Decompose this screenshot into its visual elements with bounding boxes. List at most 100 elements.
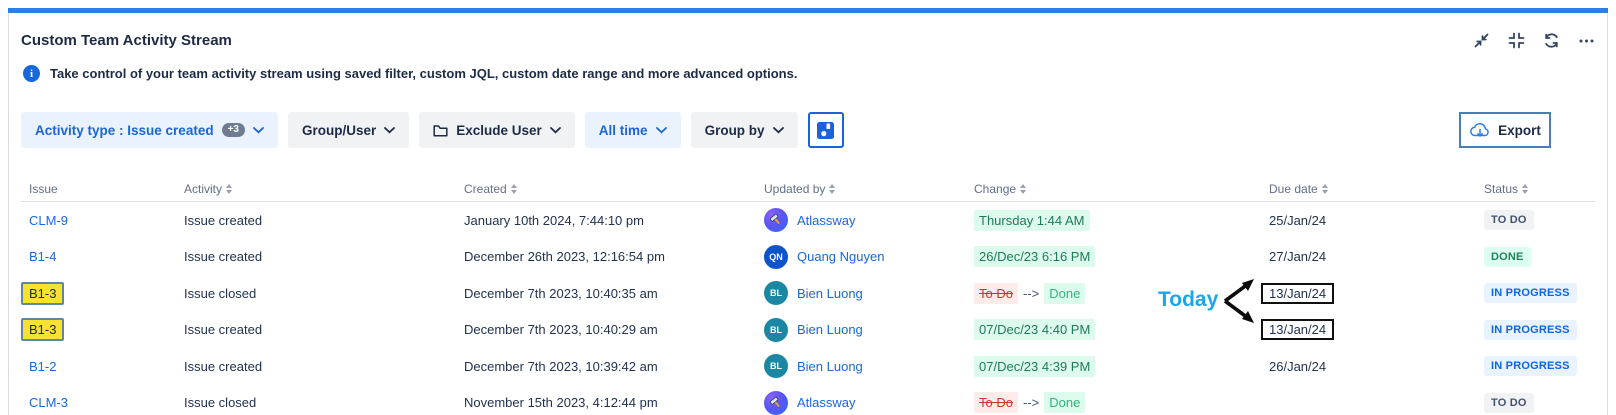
more-icon[interactable] bbox=[1578, 32, 1595, 49]
status-badge: IN PROGRESS bbox=[1484, 320, 1577, 340]
chevron-down-icon bbox=[253, 127, 264, 134]
sort-icon[interactable] bbox=[226, 184, 232, 194]
chevron-down-icon bbox=[773, 127, 784, 134]
updated-by-cell: Atlassway bbox=[756, 208, 966, 232]
created-cell: December 7th 2023, 10:39:42 am bbox=[456, 359, 756, 374]
activity-type-label: Activity type : Issue created bbox=[35, 123, 214, 138]
column-header-updated-by[interactable]: Updated by bbox=[756, 182, 966, 196]
due-date-annotation-box: 13/Jan/24 bbox=[1261, 283, 1334, 304]
user-link[interactable]: Quang Nguyen bbox=[797, 249, 884, 264]
user-link[interactable]: Bien Luong bbox=[797, 359, 863, 374]
info-banner: i Take control of your team activity str… bbox=[23, 65, 1595, 82]
created-cell: December 26th 2023, 12:16:54 pm bbox=[456, 249, 756, 264]
group-by-label: Group by bbox=[705, 123, 765, 138]
status-badge: TO DO bbox=[1484, 393, 1534, 413]
group-by-filter[interactable]: Group by bbox=[691, 112, 798, 148]
table-row: CLM-3 Issue closed November 15th 2023, 4… bbox=[21, 385, 1595, 415]
group-user-filter[interactable]: Group/User bbox=[288, 112, 409, 148]
filter-toolbar: Activity type : Issue created +3 Group/U… bbox=[21, 112, 1595, 148]
change-cell: To Do --> Done bbox=[966, 283, 1261, 304]
change-cell: 07/Dec/23 4:39 PM bbox=[966, 356, 1261, 377]
chevron-down-icon bbox=[384, 127, 395, 134]
page-title: Custom Team Activity Stream bbox=[21, 32, 232, 49]
change-arrow: --> bbox=[1023, 286, 1039, 301]
sort-icon[interactable] bbox=[1322, 184, 1328, 194]
created-cell: November 15th 2023, 4:12:44 pm bbox=[456, 395, 756, 410]
sort-icon[interactable] bbox=[1522, 184, 1528, 194]
created-cell: December 7th 2023, 10:40:35 am bbox=[456, 286, 756, 301]
chevron-down-icon bbox=[550, 127, 561, 134]
sort-icon[interactable] bbox=[511, 184, 517, 194]
due-date-cell: 27/Jan/24 bbox=[1261, 249, 1476, 264]
exclude-user-label: Exclude User bbox=[456, 123, 542, 138]
due-date-cell: 13/Jan/24 bbox=[1261, 283, 1476, 304]
user-link[interactable]: Atlassway bbox=[797, 213, 856, 228]
status-badge: IN PROGRESS bbox=[1484, 283, 1577, 303]
refresh-icon[interactable] bbox=[1543, 32, 1560, 49]
activity-cell: Issue created bbox=[176, 213, 456, 228]
issue-highlight: B1-3 bbox=[21, 318, 64, 341]
collapse-corners-icon[interactable] bbox=[1508, 32, 1525, 49]
updated-by-cell: BL Bien Luong bbox=[756, 281, 966, 305]
info-text: Take control of your team activity strea… bbox=[50, 66, 797, 81]
issue-highlight: B1-3 bbox=[21, 282, 64, 305]
issue-link[interactable]: B1-2 bbox=[29, 359, 56, 374]
column-header-change[interactable]: Change bbox=[966, 182, 1261, 196]
user-link[interactable]: Bien Luong bbox=[797, 286, 863, 301]
info-icon: i bbox=[23, 65, 40, 82]
status-badge: TO DO bbox=[1484, 210, 1534, 230]
column-header-activity[interactable]: Activity bbox=[176, 182, 456, 196]
status-badge: IN PROGRESS bbox=[1484, 356, 1577, 376]
updated-by-cell: BL Bien Luong bbox=[756, 354, 966, 378]
export-label: Export bbox=[1498, 123, 1541, 138]
column-header-created[interactable]: Created bbox=[456, 182, 756, 196]
table-row: B1-3 Issue closed December 7th 2023, 10:… bbox=[21, 275, 1595, 312]
cloud-download-icon bbox=[1469, 122, 1491, 139]
collapse-diagonal-icon[interactable] bbox=[1473, 32, 1490, 49]
change-arrow: --> bbox=[1023, 395, 1039, 410]
activity-table: Issue Activity Created Updated by Change… bbox=[21, 176, 1595, 415]
due-date-annotation-box: 13/Jan/24 bbox=[1261, 319, 1334, 340]
change-to: Done bbox=[1044, 283, 1085, 304]
user-link[interactable]: Bien Luong bbox=[797, 322, 863, 337]
due-date-cell: 13/Jan/24 bbox=[1261, 319, 1476, 340]
change-from: To Do bbox=[974, 392, 1018, 413]
user-avatar: QN bbox=[764, 245, 788, 269]
atlassway-avatar bbox=[764, 208, 788, 232]
export-button[interactable]: Export bbox=[1459, 112, 1551, 148]
issue-link[interactable]: CLM-3 bbox=[29, 395, 68, 410]
chevron-down-icon bbox=[656, 127, 667, 134]
issue-link[interactable]: B1-4 bbox=[29, 249, 56, 264]
user-link[interactable]: Atlassway bbox=[797, 395, 856, 410]
table-row: B1-2 Issue created December 7th 2023, 10… bbox=[21, 348, 1595, 385]
column-header-issue: Issue bbox=[21, 182, 176, 196]
activity-cell: Issue closed bbox=[176, 286, 456, 301]
issue-link[interactable]: CLM-9 bbox=[29, 213, 68, 228]
column-header-due-date[interactable]: Due date bbox=[1261, 182, 1476, 196]
folder-icon bbox=[433, 124, 448, 137]
issue-link[interactable]: B1-3 bbox=[29, 286, 56, 301]
updated-by-cell: BL Bien Luong bbox=[756, 318, 966, 342]
created-cell: January 10th 2024, 7:44:10 pm bbox=[456, 213, 756, 228]
sort-icon[interactable] bbox=[829, 184, 835, 194]
activity-cell: Issue created bbox=[176, 322, 456, 337]
table-row: CLM-9 Issue created January 10th 2024, 7… bbox=[21, 202, 1595, 239]
change-cell: To Do --> Done bbox=[966, 392, 1261, 413]
activity-type-filter[interactable]: Activity type : Issue created +3 bbox=[21, 112, 278, 148]
created-cell: December 7th 2023, 10:40:29 am bbox=[456, 322, 756, 337]
exclude-user-filter[interactable]: Exclude User bbox=[419, 112, 575, 148]
user-avatar: BL bbox=[764, 281, 788, 305]
table-header-row: Issue Activity Created Updated by Change… bbox=[21, 176, 1595, 202]
change-to: Done bbox=[1044, 392, 1085, 413]
updated-by-cell: Atlassway bbox=[756, 391, 966, 415]
change-cell: 07/Dec/23 4:40 PM bbox=[966, 319, 1261, 340]
activity-type-count-badge: +3 bbox=[222, 123, 245, 137]
sort-icon[interactable] bbox=[1020, 184, 1026, 194]
issue-link[interactable]: B1-3 bbox=[29, 322, 56, 337]
column-header-status[interactable]: Status bbox=[1476, 182, 1595, 196]
save-filter-button[interactable] bbox=[808, 112, 844, 148]
save-icon bbox=[816, 121, 835, 140]
change-from: To Do bbox=[974, 283, 1018, 304]
activity-cell: Issue closed bbox=[176, 395, 456, 410]
time-range-filter[interactable]: All time bbox=[585, 112, 681, 148]
